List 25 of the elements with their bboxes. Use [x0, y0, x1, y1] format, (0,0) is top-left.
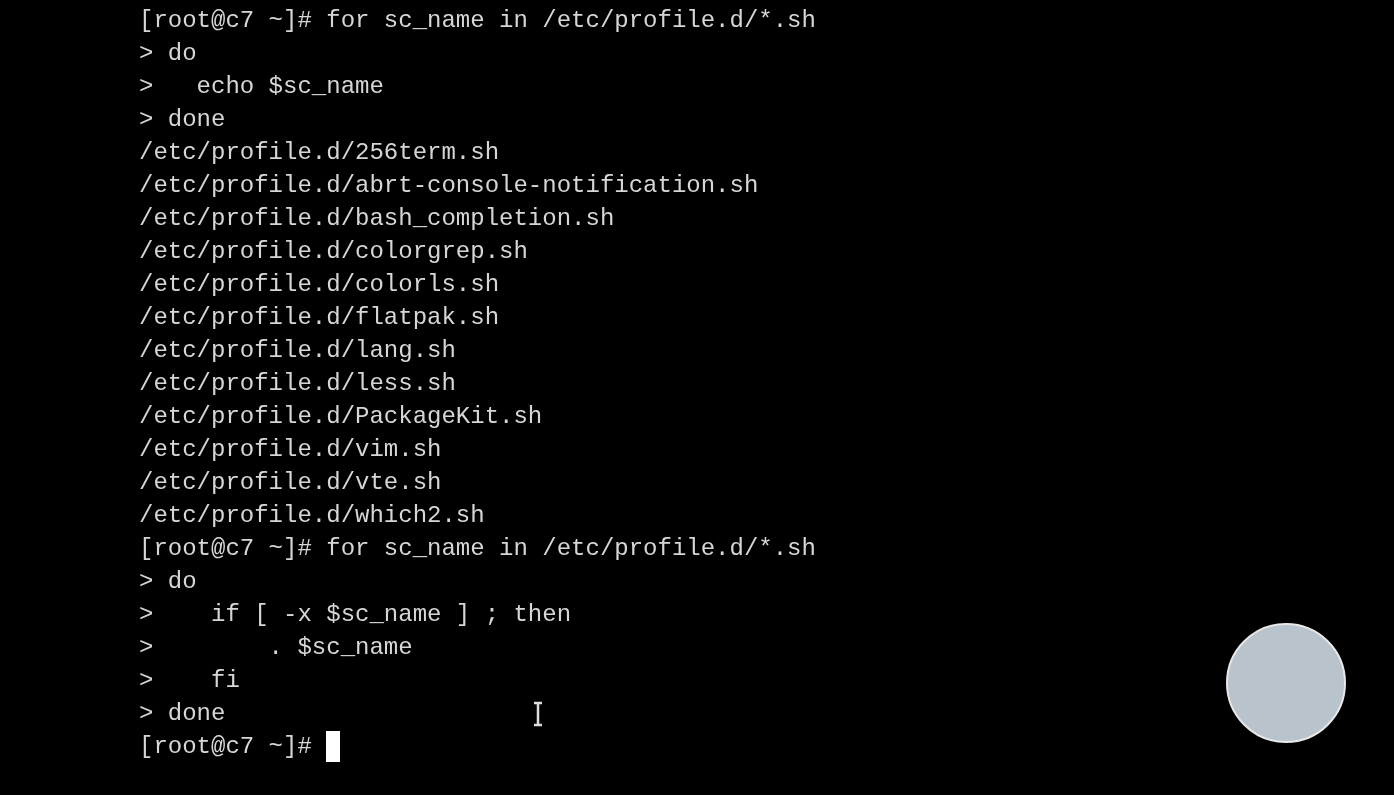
terminal-line: /etc/profile.d/256term.sh [139, 138, 500, 168]
terminal-line: > . $sc_name [139, 633, 413, 663]
terminal-line: /etc/profile.d/colorgrep.sh [139, 237, 528, 267]
terminal-line: /etc/profile.d/bash_completion.sh [139, 204, 615, 234]
terminal-line: /etc/profile.d/colorls.sh [139, 270, 500, 300]
terminal-line: > do [139, 567, 197, 597]
terminal-line: > if [ -x $sc_name ] ; then [139, 600, 572, 630]
terminal-line: /etc/profile.d/PackageKit.sh [139, 402, 543, 432]
shell-prompt: [root@c7 ~]# [139, 732, 312, 762]
terminal-line: /etc/profile.d/abrt-console-notification.sh [139, 171, 759, 201]
terminal-line: [root@c7 ~]# for sc_name in /etc/profile.d/*.sh [139, 6, 816, 36]
terminal-line: > done [139, 699, 226, 729]
text-cursor [325, 731, 340, 762]
terminal-line: /etc/profile.d/vte.sh [139, 468, 442, 498]
terminal-line: > done [139, 105, 226, 135]
terminal-line: /etc/profile.d/less.sh [139, 369, 456, 399]
terminal-line: > echo $sc_name [139, 72, 384, 102]
terminal-line: /etc/profile.d/lang.sh [139, 336, 456, 366]
text-cursor-icon [532, 701, 544, 727]
terminal-line: [root@c7 ~]# for sc_name in /etc/profile.d/*.sh [139, 534, 816, 564]
terminal-line: /etc/profile.d/flatpak.sh [139, 303, 500, 333]
terminal-line: > fi [139, 666, 240, 696]
terminal-line: > do [139, 39, 197, 69]
terminal-line: /etc/profile.d/which2.sh [139, 501, 485, 531]
terminal-line: /etc/profile.d/vim.sh [139, 435, 442, 465]
